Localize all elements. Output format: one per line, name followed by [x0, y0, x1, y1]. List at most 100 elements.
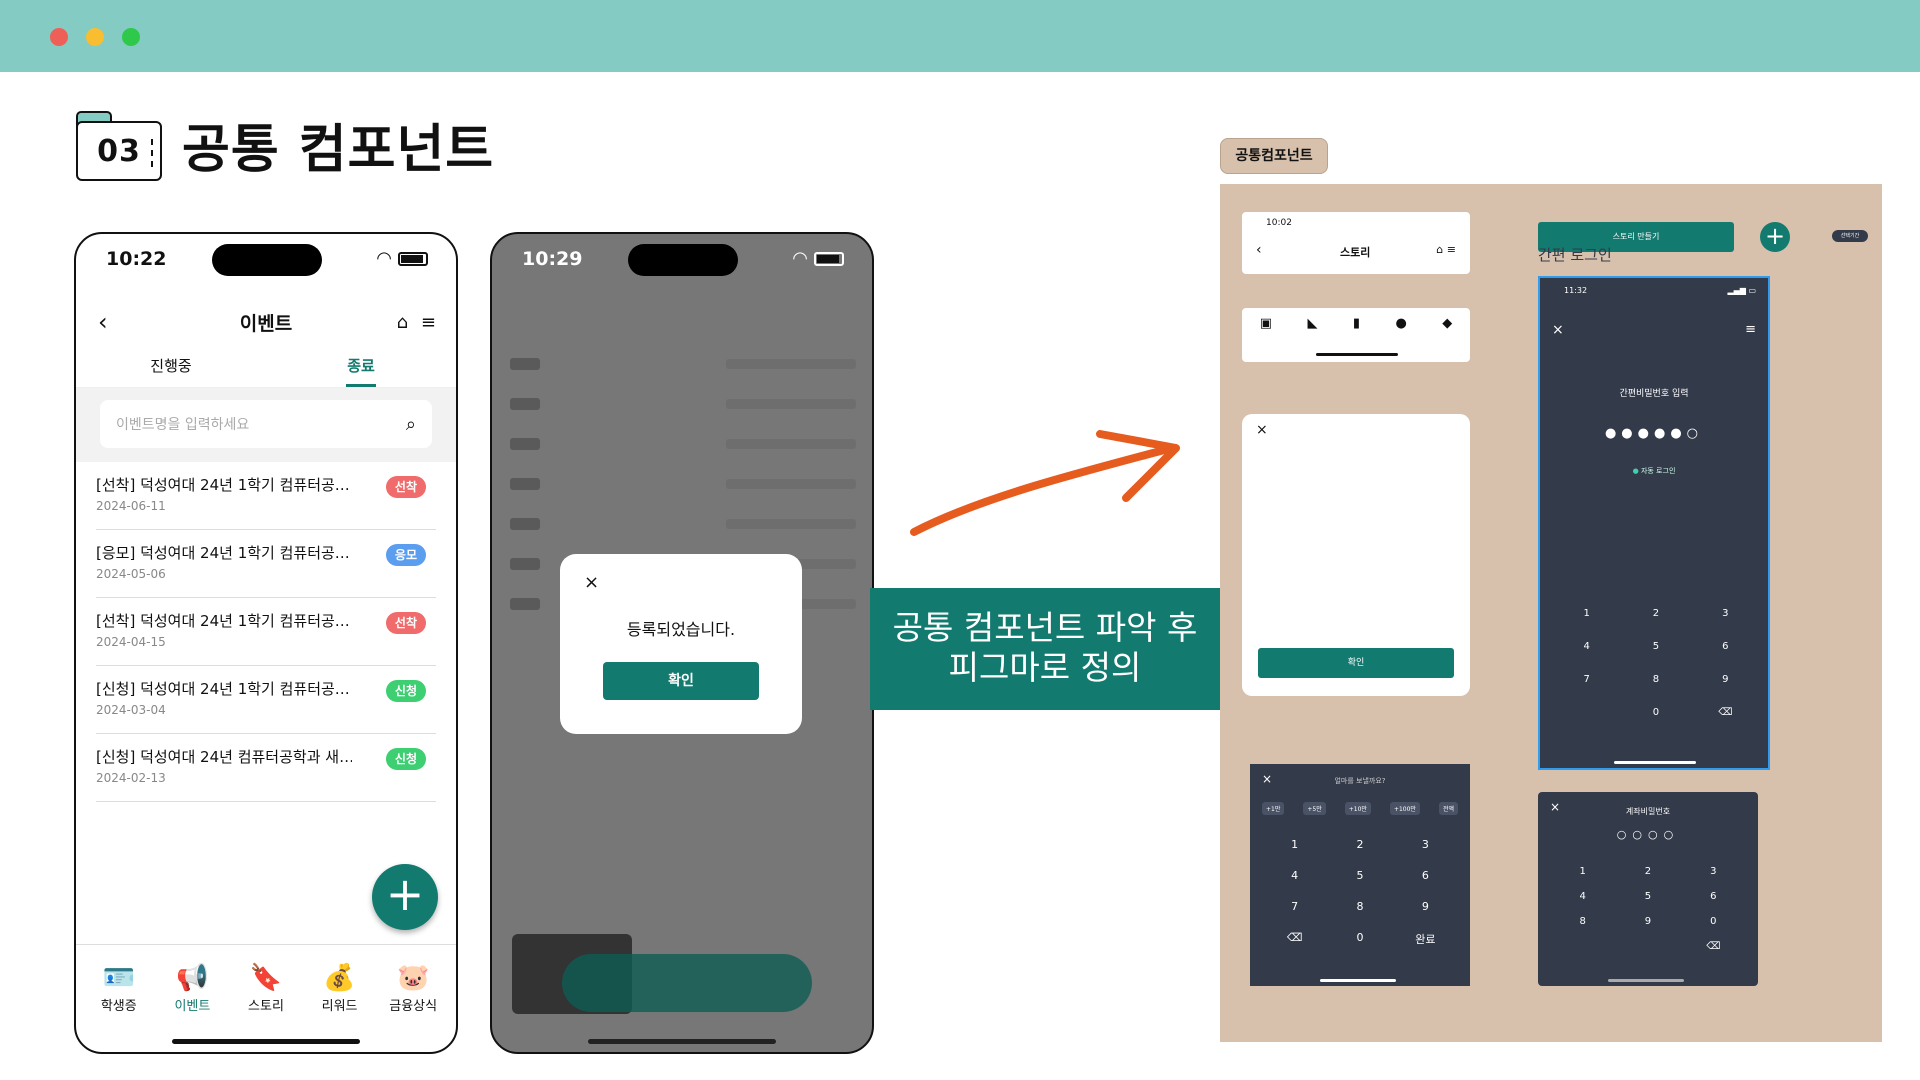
bottom-nav: 🪪 학생증 📢 이벤트 🔖 스토리 💰 리워드 🐷 금융상식	[76, 944, 456, 1052]
component-modal[interactable]: × 확인	[1242, 414, 1470, 696]
status-time: 10:22	[106, 248, 167, 270]
page-title: 이벤트	[239, 312, 293, 335]
keypad-key: 7	[1291, 900, 1299, 913]
event-title: [신청] 덕성여대 24년 컴퓨터공학과 새…	[96, 748, 352, 766]
keypad-key: ⌫	[1718, 707, 1733, 718]
list-item[interactable]: [선착] 덕성여대 24년 1학기 컴퓨터공… 2024-04-15 선착	[96, 598, 436, 666]
status-badge: 신청	[385, 680, 426, 702]
id-card-icon: 🪪	[102, 963, 135, 993]
keypad-key: 3	[1421, 838, 1429, 851]
amount-chip: +5만	[1303, 802, 1326, 815]
wifi-icon: ◠	[376, 248, 392, 269]
event-date: 2024-06-11	[96, 499, 166, 513]
status-badge: 선착	[385, 476, 426, 498]
frame-label: 간편 로그인	[1538, 246, 1612, 264]
period-pill[interactable]: 선택기간	[1832, 230, 1868, 242]
folder-icon: 03	[76, 107, 162, 181]
component-amount-keypad[interactable]: × 얼마를 보낼까요? +1만 +5만 +10만 +100만 전액 1 2 3 4 5 6 7 8 9 ⌫…	[1250, 764, 1470, 986]
arrow-icon	[910, 430, 1180, 536]
component-simple-login[interactable]: 11:32 ▂▄▆ ▭ × ≡ 간편비밀번호 입력 ●●●●●○ ● 자동 로그…	[1538, 276, 1770, 770]
status-bar: 10:29 ◠	[492, 234, 872, 296]
keypad-key: 0	[1652, 707, 1660, 718]
component-account-keypad[interactable]: × 계좌비밀번호 ○○○○ 1 2 3 4 5 6 8 9 0 ⌫	[1538, 792, 1758, 986]
app-bar: ‹ 이벤트 ⌂ ≡	[76, 296, 456, 348]
component-header[interactable]: 10:02 ‹ 스토리 ⌂ ≡	[1242, 212, 1470, 274]
pin-dots: ●●●●●○	[1604, 426, 1704, 441]
nav-item-4[interactable]: 🐷 금융상식	[376, 945, 450, 1052]
tab-ongoing[interactable]: 진행중	[76, 348, 266, 387]
keypad-key: 8	[1579, 916, 1586, 927]
dynamic-island	[212, 244, 322, 276]
add-event-button[interactable]: +	[372, 864, 438, 930]
event-title: [선착] 덕성여대 24년 1학기 컴퓨터공…	[96, 612, 350, 630]
figma-page-tag[interactable]: 공통컴포넌트	[1220, 138, 1328, 174]
home-indicator	[172, 1039, 360, 1044]
status-bar: 10:22 ◠	[76, 234, 456, 296]
keypad-key: 9	[1421, 900, 1429, 913]
minimize-dot[interactable]	[86, 28, 104, 46]
tab-ended[interactable]: 종료	[266, 348, 456, 387]
keypad-key: 1	[1579, 866, 1586, 877]
keypad-key: 4	[1579, 891, 1586, 902]
list-item[interactable]: [신청] 덕성여대 24년 1학기 컴퓨터공… 2024-03-04 신청	[96, 666, 436, 734]
nav-item-1[interactable]: 📢 이벤트	[156, 945, 230, 1052]
nav-item-0[interactable]: 🪪 학생증	[82, 945, 156, 1052]
back-icon[interactable]: ‹	[98, 308, 108, 336]
keypad-key: 1	[1583, 608, 1590, 619]
keypad-key: 5	[1652, 641, 1660, 652]
search-input[interactable]: 이벤트명을 입력하세요 ⌕	[100, 400, 432, 448]
component-bottom-nav[interactable]: ▣ ◣ ▮ ● ◆	[1242, 308, 1470, 362]
status-time: 10:29	[522, 248, 583, 270]
callout-line-1: 공통 컴포넌트 파악 후	[892, 608, 1198, 647]
event-date: 2024-03-04	[96, 703, 166, 717]
keypad-key: 0	[1356, 931, 1364, 944]
login-title: 간편비밀번호 입력	[1619, 389, 1689, 399]
pin-dots: ○○○○	[1616, 828, 1680, 841]
keypad-key: 0	[1710, 916, 1717, 927]
phone-dialog-screen: 10:29 ◠ × 등록되었습니다. 확인	[490, 232, 874, 1054]
search-placeholder: 이벤트명을 입력하세요	[116, 417, 250, 433]
keypad-key: 5	[1644, 891, 1652, 902]
event-date: 2024-05-06	[96, 567, 166, 581]
confirm-button[interactable]: 확인	[603, 662, 759, 700]
keypad-key: 완료	[1415, 933, 1436, 946]
home-indicator	[588, 1039, 776, 1044]
keypad-key: 6	[1710, 891, 1717, 902]
bookmark-icon: 🔖	[249, 963, 283, 993]
header-time: 10:02	[1266, 218, 1292, 228]
list-item[interactable]: [선착] 덕성여대 24년 1학기 컴퓨터공… 2024-06-11 선착	[96, 462, 436, 530]
status-badge: 신청	[385, 748, 426, 770]
keypad-key: 9	[1644, 916, 1652, 927]
dialog-message: 등록되었습니다.	[626, 620, 736, 639]
nav-label: 리워드	[321, 999, 358, 1014]
amount-chip: +100만	[1389, 802, 1420, 815]
home-icon[interactable]: ⌂	[397, 312, 408, 333]
reward-icon: 💰	[323, 963, 356, 993]
menu-icon[interactable]: ≡	[421, 312, 436, 333]
search-icon[interactable]: ⌕	[406, 414, 416, 435]
list-item[interactable]: [신청] 덕성여대 24년 컴퓨터공학과 새… 2024-02-13 신청	[96, 734, 436, 802]
maximize-dot[interactable]	[122, 28, 140, 46]
add-icon[interactable]: +	[1760, 222, 1790, 252]
keypad-key: 2	[1652, 608, 1660, 619]
event-tabs: 진행중 종료	[76, 348, 456, 388]
close-dot[interactable]	[50, 28, 68, 46]
event-list: [선착] 덕성여대 24년 1학기 컴퓨터공… 2024-06-11 선착 [응모] …	[76, 462, 456, 802]
megaphone-icon: 📢	[176, 963, 209, 993]
home-menu-icon: ⌂ ≡	[1436, 243, 1456, 256]
header-title: 스토리	[1340, 246, 1371, 259]
keypad-key	[1552, 707, 1621, 718]
keypad-key: ⌫	[1286, 931, 1303, 944]
status-badge: 응모	[385, 544, 426, 566]
id-card-icon: ▣	[1259, 316, 1273, 331]
close-icon[interactable]: ×	[584, 572, 599, 593]
status-badge: 선착	[385, 612, 426, 634]
nav-label: 스토리	[248, 999, 284, 1014]
keypad-key: 8	[1652, 674, 1660, 685]
confirm-dialog: × 등록되었습니다. 확인	[560, 554, 802, 734]
keypad-key: 7	[1583, 674, 1590, 685]
list-item[interactable]: [응모] 덕성여대 24년 1학기 컴퓨터공… 2024-05-06 응모	[96, 530, 436, 598]
nav-item-2[interactable]: 🔖 스토리	[229, 945, 303, 1052]
close-icon: ×	[1552, 322, 1564, 338]
nav-item-3[interactable]: 💰 리워드	[303, 945, 377, 1052]
